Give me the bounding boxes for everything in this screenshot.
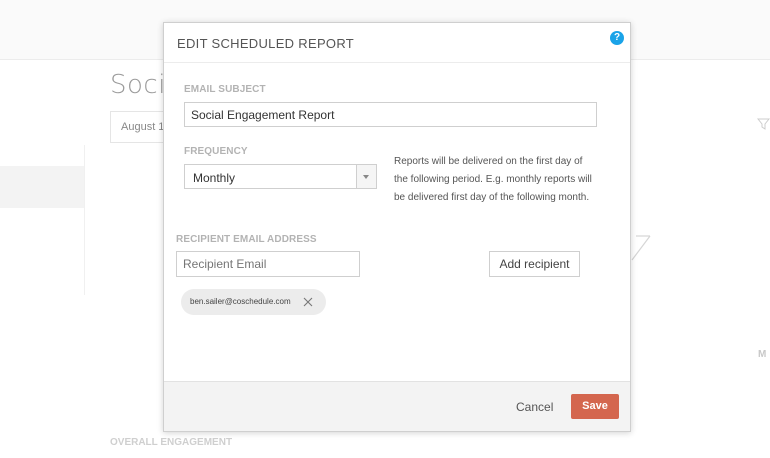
add-recipient-button[interactable]: Add recipient bbox=[489, 251, 580, 277]
edit-scheduled-report-dialog: EDIT SCHEDULED REPORT ? EMAIL SUBJECT FR… bbox=[163, 22, 631, 432]
frequency-label: FREQUENCY bbox=[184, 146, 248, 157]
frequency-selected-value: Monthly bbox=[193, 171, 236, 185]
email-subject-label: EMAIL SUBJECT bbox=[184, 84, 266, 95]
select-arrow-box bbox=[356, 165, 376, 188]
section-heading-overall-engagement: OVERALL ENGAGEMENT bbox=[110, 437, 233, 448]
sidebar-active-item bbox=[0, 166, 84, 208]
frequency-select[interactable]: Monthly bbox=[184, 164, 377, 189]
dialog-title: EDIT SCHEDULED REPORT bbox=[177, 36, 355, 51]
recipient-email-label: RECIPIENT EMAIL ADDRESS bbox=[176, 234, 317, 245]
chart-line-fragment bbox=[631, 235, 651, 261]
recipient-chip-email: ben.sailer@coschedule.com bbox=[190, 297, 291, 306]
help-icon[interactable]: ? bbox=[610, 31, 624, 45]
close-icon[interactable] bbox=[303, 297, 313, 307]
recipient-chip: ben.sailer@coschedule.com bbox=[181, 289, 326, 315]
dialog-footer: Cancel Save bbox=[164, 381, 630, 431]
side-metric-label: M bbox=[758, 349, 767, 360]
frequency-help-text: Reports will be delivered on the first d… bbox=[394, 156, 592, 203]
cancel-button[interactable]: Cancel bbox=[516, 400, 553, 414]
filter-icon[interactable] bbox=[757, 118, 770, 130]
chevron-down-icon bbox=[363, 175, 369, 179]
save-button[interactable]: Save bbox=[571, 394, 619, 419]
dialog-header: EDIT SCHEDULED REPORT ? bbox=[164, 23, 630, 63]
email-subject-input[interactable] bbox=[184, 102, 597, 127]
recipient-email-input[interactable] bbox=[176, 251, 360, 277]
sidebar-divider bbox=[84, 145, 85, 295]
